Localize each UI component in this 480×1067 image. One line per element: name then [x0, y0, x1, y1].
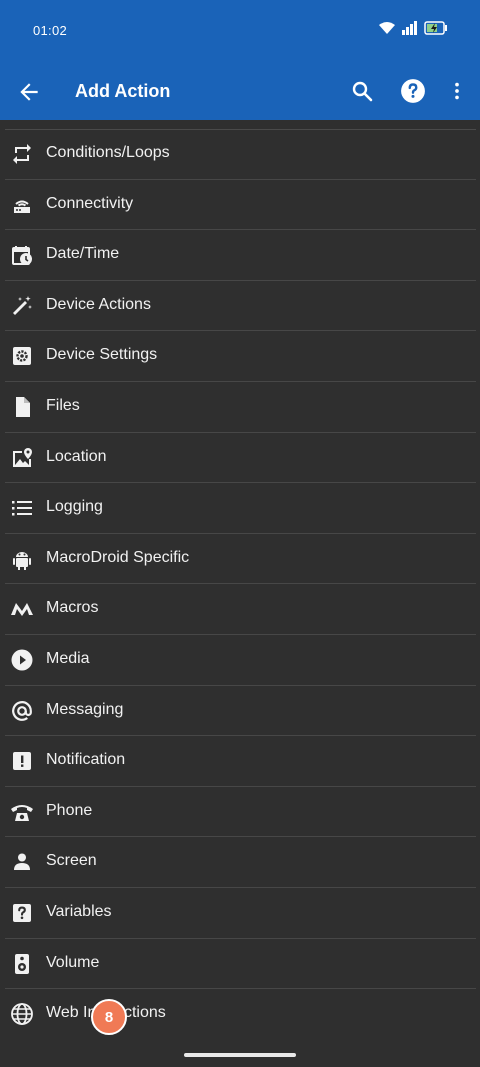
status-icons	[378, 21, 448, 35]
question-box-icon	[13, 903, 31, 922]
list-item-label: Location	[46, 447, 107, 465]
magic-wand-icon	[13, 295, 32, 315]
search-icon[interactable]	[350, 79, 374, 103]
macrodroid-logo-icon	[11, 603, 33, 617]
list-item-messaging[interactable]: Messaging	[5, 686, 476, 737]
list-item-label: Connectivity	[46, 194, 134, 212]
list-item-device-actions[interactable]: Device Actions	[5, 281, 476, 332]
list-item-variables[interactable]: Variables	[5, 888, 476, 939]
list-item-label: Messaging	[46, 700, 124, 718]
router-icon	[14, 200, 30, 213]
list-item-label: Macros	[46, 599, 99, 617]
list-item-label: Files	[46, 396, 80, 414]
wifi-icon	[379, 22, 395, 34]
back-arrow-icon[interactable]	[16, 79, 42, 105]
list-item-label: Logging	[46, 498, 103, 516]
touch-indicator-badge: 8	[91, 999, 127, 1035]
signal-icon	[402, 21, 417, 35]
list-item-label: Volume	[46, 953, 100, 971]
list-item-connectivity[interactable]: Connectivity	[5, 180, 476, 231]
action-category-list: Conditions/Loops Connectivity Date/Time …	[0, 129, 480, 1040]
list-item-macrodroid-specific[interactable]: MacroDroid Specific	[5, 534, 476, 585]
repeat-icon	[13, 144, 31, 164]
status-time: 01:02	[33, 23, 68, 38]
list-item-label: Date/Time	[46, 245, 120, 263]
settings-box-icon	[13, 347, 31, 366]
list-item-label: MacroDroid Specific	[46, 548, 190, 566]
map-pin-icon	[13, 447, 32, 467]
list-item-screen[interactable]: Screen	[5, 837, 476, 888]
android-robot-icon	[13, 551, 31, 570]
list-item-volume[interactable]: Volume	[5, 939, 476, 990]
list-item-location[interactable]: Location	[5, 433, 476, 484]
list-item-conditions-loops[interactable]: Conditions/Loops	[5, 129, 476, 180]
person-icon	[14, 853, 30, 871]
list-item-label: Conditions/Loops	[46, 144, 170, 161]
list-item-device-settings[interactable]: Device Settings	[5, 331, 476, 382]
globe-icon	[11, 1003, 33, 1025]
list-item-label: Device Actions	[46, 295, 151, 313]
more-options-icon[interactable]	[446, 79, 468, 103]
list-item-date-time[interactable]: Date/Time	[5, 230, 476, 281]
speaker-icon	[15, 953, 29, 974]
calendar-clock-icon	[12, 246, 32, 266]
list-item-logging[interactable]: Logging	[5, 483, 476, 534]
file-icon	[16, 396, 30, 417]
list-item-label: Variables	[46, 902, 112, 920]
list-item-media[interactable]: Media	[5, 635, 476, 686]
play-circle-icon	[11, 649, 33, 671]
list-item-web-interactions[interactable]: Web Interactions	[5, 989, 476, 1040]
app-bar: Add Action	[0, 62, 480, 120]
list-item-label: Phone	[46, 801, 93, 819]
list-icon	[12, 501, 32, 516]
list-item-label: Device Settings	[46, 346, 158, 364]
gesture-home-bar[interactable]	[184, 1053, 296, 1057]
list-item-notification[interactable]: Notification	[5, 736, 476, 787]
help-icon[interactable]	[400, 78, 426, 104]
list-item-label: Screen	[46, 852, 97, 870]
status-bar: 01:02	[0, 0, 480, 62]
list-item-phone[interactable]: Phone	[5, 787, 476, 838]
battery-icon	[424, 21, 447, 35]
list-item-macros[interactable]: Macros	[5, 584, 476, 635]
page-title: Add Action	[75, 81, 171, 101]
list-item-label: Media	[46, 649, 90, 667]
alert-box-icon	[13, 752, 31, 771]
at-sign-icon	[12, 700, 32, 721]
list-item-label: Notification	[46, 751, 126, 769]
list-item-files[interactable]: Files	[5, 382, 476, 433]
phone-icon	[11, 804, 33, 821]
